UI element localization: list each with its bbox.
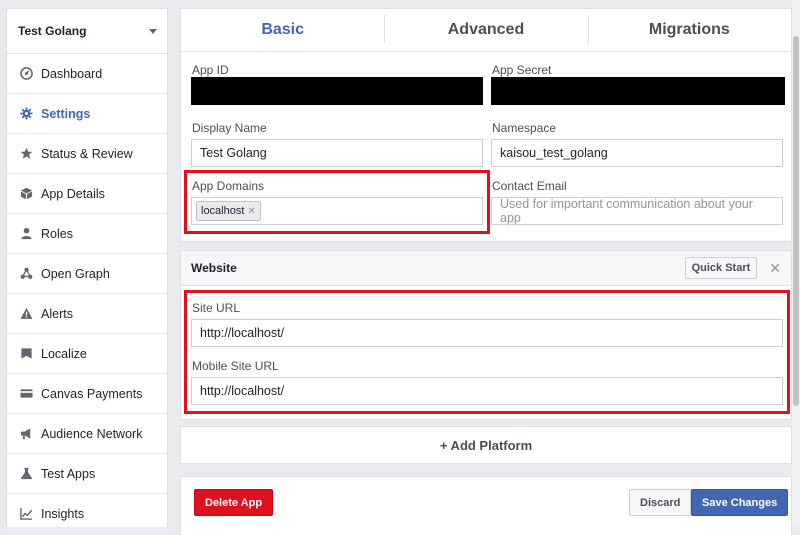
delete-app-button[interactable]: Delete App <box>194 489 274 516</box>
website-platform-panel: Website Quick Start ✕ Site URL http://lo… <box>180 250 792 420</box>
sidebar-item-roles[interactable]: Roles <box>7 214 167 254</box>
domain-token[interactable]: localhost ✕ <box>196 201 261 221</box>
sidebar-item-label: Settings <box>41 106 91 121</box>
cube-icon <box>19 187 33 201</box>
app-id-field-redacted[interactable] <box>191 77 483 105</box>
sidebar-item-label: Roles <box>41 226 73 241</box>
mobile-site-url-label: Mobile Site URL <box>192 359 279 373</box>
mobile-site-url-input[interactable]: http://localhost/ <box>191 377 783 405</box>
add-platform-button[interactable]: + Add Platform <box>180 426 792 464</box>
app-name: Test Golang <box>18 24 87 38</box>
sidebar-item-label: Alerts <box>41 306 73 321</box>
site-url-label: Site URL <box>192 301 241 315</box>
graph-icon <box>19 267 33 281</box>
dashboard-icon <box>19 67 33 81</box>
app-selector[interactable]: Test Golang <box>7 9 167 54</box>
domain-token-label: localhost <box>201 205 245 217</box>
sidebar-item-app-details[interactable]: App Details <box>7 174 167 214</box>
sidebar-item-dashboard[interactable]: Dashboard <box>7 54 167 94</box>
tab-migrations[interactable]: Migrations <box>587 15 791 43</box>
sidebar-item-label: Status & Review <box>41 146 133 161</box>
sidebar-item-label: Audience Network <box>41 426 143 441</box>
save-changes-button[interactable]: Save Changes <box>691 489 789 516</box>
sidebar-item-label: Canvas Payments <box>41 386 143 401</box>
namespace-input[interactable]: kaisou_test_golang <box>491 139 783 167</box>
chevron-down-icon <box>149 28 157 34</box>
sidebar-item-status-review[interactable]: Status & Review <box>7 134 167 174</box>
scrollbar[interactable] <box>792 0 800 527</box>
main-content: Basic Advanced Migrations App ID App Sec… <box>180 8 792 535</box>
display-name-input[interactable]: Test Golang <box>191 139 483 167</box>
contact-email-label: Contact Email <box>492 179 567 193</box>
contact-email-placeholder: Used for important communication about y… <box>500 197 753 225</box>
sidebar-item-alerts[interactable]: Alerts <box>7 294 167 334</box>
sidebar-item-label: App Details <box>41 186 105 201</box>
card-icon <box>19 387 33 401</box>
close-icon[interactable]: ✕ <box>769 260 781 277</box>
app-domains-label: App Domains <box>192 179 265 193</box>
discard-button[interactable]: Discard <box>629 489 692 516</box>
flask-icon <box>19 467 33 481</box>
star-icon <box>19 147 33 161</box>
gear-icon <box>19 107 33 121</box>
settings-tabs: Basic Advanced Migrations <box>180 8 792 52</box>
person-icon <box>19 227 33 241</box>
remove-token-icon[interactable]: ✕ <box>247 206 255 217</box>
sidebar-item-label: Localize <box>41 346 87 361</box>
basic-settings-panel: App ID App Secret Display Name Test Gola… <box>180 52 792 242</box>
app-secret-field-redacted[interactable] <box>491 77 785 105</box>
sidebar-item-audience-network[interactable]: Audience Network <box>7 414 167 454</box>
sidebar-item-label: Open Graph <box>41 266 110 281</box>
sidebar-item-insights[interactable]: Insights <box>7 494 167 534</box>
display-name-label: Display Name <box>192 121 267 135</box>
app-id-label: App ID <box>192 63 229 77</box>
chart-icon <box>19 507 33 521</box>
settings-footer: Delete App Discard Save Changes <box>180 476 792 535</box>
sidebar-item-open-graph[interactable]: Open Graph <box>7 254 167 294</box>
app-domains-input[interactable]: localhost ✕ <box>191 197 483 225</box>
app-secret-label: App Secret <box>492 63 552 77</box>
sidebar-item-localize[interactable]: Localize <box>7 334 167 374</box>
namespace-label: Namespace <box>492 121 557 135</box>
sidebar-item-label: Insights <box>41 506 85 521</box>
megaphone-icon <box>19 427 33 441</box>
website-title: Website <box>191 261 237 275</box>
tab-advanced[interactable]: Advanced <box>384 15 587 43</box>
contact-email-input[interactable]: Used for important communication about y… <box>491 197 783 225</box>
sidebar-item-settings[interactable]: Settings <box>7 94 167 134</box>
sidebar-item-label: Test Apps <box>41 466 96 481</box>
alert-icon <box>19 307 33 321</box>
sidebar-item-test-apps[interactable]: Test Apps <box>7 454 167 494</box>
sidebar-item-label: Dashboard <box>41 66 103 81</box>
sidebar-item-canvas-payments[interactable]: Canvas Payments <box>7 374 167 414</box>
quick-start-button[interactable]: Quick Start <box>684 257 758 279</box>
sidebar: Test Golang Dashboard Settings Status & … <box>6 8 168 534</box>
flag-icon <box>19 347 33 361</box>
site-url-input[interactable]: http://localhost/ <box>191 319 783 347</box>
scrollbar-thumb[interactable] <box>793 36 799 406</box>
website-header: Website Quick Start ✕ <box>181 251 791 286</box>
tab-basic[interactable]: Basic <box>181 21 384 39</box>
